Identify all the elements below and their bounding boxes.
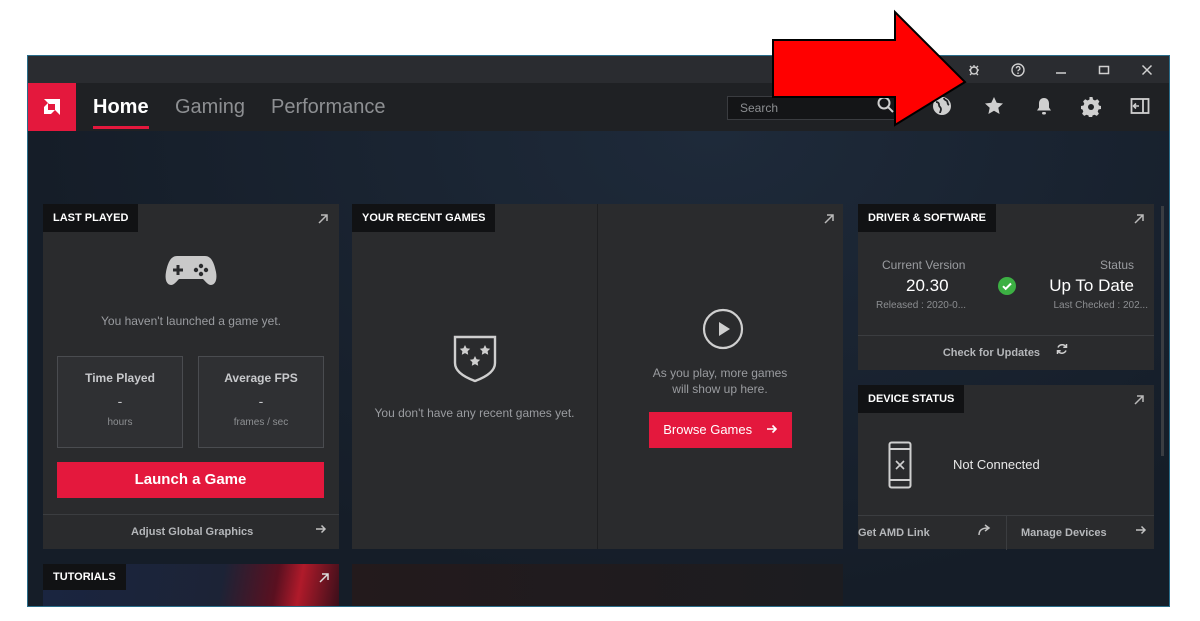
annotation-arrow xyxy=(772,9,967,127)
